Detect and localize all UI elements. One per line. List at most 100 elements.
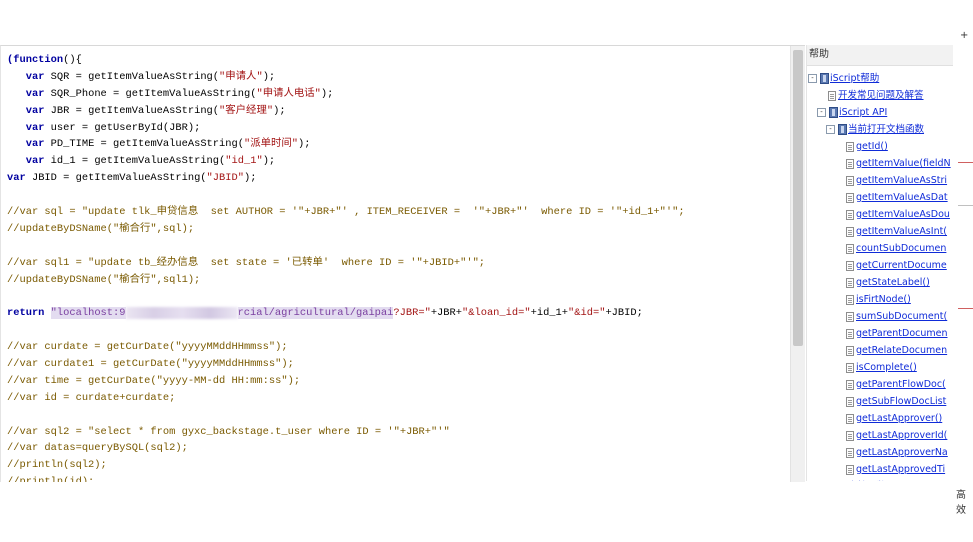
help-tree-link[interactable]: 开发常见问题及解答 bbox=[838, 88, 924, 103]
help-tree-link[interactable]: isComplete() bbox=[856, 360, 917, 375]
page-icon bbox=[846, 158, 854, 169]
collapse-icon[interactable]: - bbox=[817, 108, 826, 117]
help-tree-link[interactable]: 文档函数 bbox=[848, 479, 886, 481]
help-tree-item[interactable]: sumSubDocument( bbox=[846, 309, 947, 324]
code-line[interactable]: //println(sql2); bbox=[7, 457, 791, 474]
help-tree-link[interactable]: getSubFlowDocList bbox=[856, 394, 946, 409]
code-line[interactable]: return "localhost:9 rcial/agricultural/ga… bbox=[7, 305, 791, 322]
help-tree-link[interactable]: getItemValueAsDou bbox=[856, 207, 950, 222]
editor-scroll-thumb[interactable] bbox=[793, 50, 803, 346]
script-editor[interactable]: (function(){ var SQR = getItemValueAsStr… bbox=[0, 45, 805, 482]
help-tree-link[interactable]: getLastApprover() bbox=[856, 411, 942, 426]
code-token: ); bbox=[243, 172, 257, 185]
code-token: rcial/agricultural/gaipai bbox=[237, 307, 394, 320]
help-tree-link[interactable]: getCurrentDocume bbox=[856, 258, 947, 273]
help-tree-link[interactable]: getLastApprovedTi bbox=[856, 462, 945, 477]
help-tree-item[interactable]: getSubFlowDocList bbox=[846, 394, 946, 409]
help-tree-item[interactable]: getItemValue(fieldN bbox=[846, 156, 951, 171]
help-tree-item[interactable]: getLastApprovedTi bbox=[846, 462, 945, 477]
code-token: var bbox=[25, 138, 45, 151]
help-tree-link[interactable]: getLastApproverId( bbox=[856, 428, 947, 443]
code-token: var bbox=[25, 121, 45, 134]
help-tree-item[interactable]: getItemValueAsInt( bbox=[846, 224, 947, 239]
help-tree-item[interactable]: - 当前打开文档函数 bbox=[826, 122, 924, 137]
help-tree-item[interactable]: getLastApproverNa bbox=[846, 445, 948, 460]
code-line[interactable]: var JBR = getItemValueAsString("客户经理"); bbox=[7, 103, 791, 120]
help-tree-link[interactable]: getParentDocumen bbox=[856, 326, 948, 341]
code-line[interactable] bbox=[7, 187, 791, 204]
help-tree-link[interactable]: getItemValue(fieldN bbox=[856, 156, 951, 171]
help-tree-link[interactable]: getItemValueAsStri bbox=[856, 173, 947, 188]
code-token: "客户经理" bbox=[219, 104, 274, 117]
code-line[interactable]: //var datas=queryBySQL(sql2); bbox=[7, 440, 791, 457]
code-line[interactable]: //var time = getCurDate("yyyy-MM-dd HH:m… bbox=[7, 373, 791, 390]
help-tree-item[interactable]: getParentFlowDoc( bbox=[846, 377, 946, 392]
help-tree-link[interactable]: getParentFlowDoc( bbox=[856, 377, 946, 392]
help-tree-link[interactable]: sumSubDocument( bbox=[856, 309, 947, 324]
code-line[interactable]: //var curdate = getCurDate("yyyyMMddHHmm… bbox=[7, 339, 791, 356]
help-tree-link[interactable]: countSubDocumen bbox=[856, 241, 946, 256]
code-line[interactable]: var PD_TIME = getItemValueAsString("派单时间… bbox=[7, 136, 791, 153]
help-tree-link[interactable]: getItemValueAsInt( bbox=[856, 224, 947, 239]
help-tree-item[interactable]: +文档函数 bbox=[826, 479, 886, 481]
help-tree-item[interactable]: 开发常见问题及解答 bbox=[828, 88, 924, 103]
code-line[interactable]: //updateByDSName("榆合行",sql1); bbox=[7, 272, 791, 289]
page-icon bbox=[828, 90, 836, 101]
help-tree-item[interactable]: isFirtNode() bbox=[846, 292, 911, 307]
page-icon bbox=[846, 175, 854, 186]
code-line[interactable]: (function(){ bbox=[7, 52, 791, 69]
edge-plus-text: + bbox=[960, 30, 969, 41]
code-line[interactable]: var JBID = getItemValueAsString("JBID"); bbox=[7, 170, 791, 187]
code-line[interactable] bbox=[7, 288, 791, 305]
editor-vertical-scrollbar[interactable] bbox=[790, 46, 805, 482]
code-line[interactable] bbox=[7, 322, 791, 339]
code-line[interactable]: var SQR = getItemValueAsString("申请人"); bbox=[7, 69, 791, 86]
help-tree-item[interactable]: getId() bbox=[846, 139, 888, 154]
code-token: //println(id); bbox=[7, 476, 94, 482]
help-tree-item[interactable]: getItemValueAsDou bbox=[846, 207, 950, 222]
help-tree-link[interactable]: isFirtNode() bbox=[856, 292, 911, 307]
code-line[interactable]: //updateByDSName("榆合行",sql); bbox=[7, 221, 791, 238]
help-tree-item[interactable]: - iScript帮助 bbox=[808, 71, 879, 86]
code-token: //var time = getCurDate("yyyy-MM-dd HH:m… bbox=[7, 374, 301, 387]
help-tree-item[interactable]: getCurrentDocume bbox=[846, 258, 947, 273]
help-tree-item[interactable]: getRelateDocumen bbox=[846, 343, 947, 358]
help-tree-item[interactable]: countSubDocumen bbox=[846, 241, 946, 256]
help-tree-link[interactable]: getLastApproverNa bbox=[856, 445, 948, 460]
help-tree-item[interactable]: getLastApproverId( bbox=[846, 428, 947, 443]
help-tree-link[interactable]: getRelateDocumen bbox=[856, 343, 947, 358]
help-tree-item[interactable]: isComplete() bbox=[846, 360, 917, 375]
code-token: //var datas=queryBySQL(sql2); bbox=[7, 442, 188, 455]
help-tree-item[interactable]: getParentDocumen bbox=[846, 326, 948, 341]
code-line[interactable] bbox=[7, 238, 791, 255]
collapse-icon[interactable]: - bbox=[808, 74, 817, 83]
code-line[interactable]: //println(id); bbox=[7, 474, 791, 482]
edge-text-gaoxiao: 高效 bbox=[956, 490, 966, 516]
help-tree-item[interactable]: getLastApprover() bbox=[846, 411, 942, 426]
help-tree-item[interactable]: getItemValueAsStri bbox=[846, 173, 947, 188]
code-line[interactable] bbox=[7, 407, 791, 424]
help-tree-link[interactable]: iScript帮助 bbox=[830, 71, 879, 86]
help-tree-link[interactable]: getItemValueAsDat bbox=[856, 190, 948, 205]
help-tree-link[interactable]: getStateLabel() bbox=[856, 275, 930, 290]
page-icon bbox=[846, 243, 854, 254]
help-tree-link[interactable]: getId() bbox=[856, 139, 888, 154]
code-line[interactable]: //var sql1 = "update tb_经办信息 set state =… bbox=[7, 255, 791, 272]
code-text-area[interactable]: (function(){ var SQR = getItemValueAsStr… bbox=[1, 46, 791, 482]
code-line[interactable]: //var sql2 = "select * from gyxc_backsta… bbox=[7, 424, 791, 441]
code-line[interactable]: //var id = curdate+curdate; bbox=[7, 390, 791, 407]
help-tree-item[interactable]: getItemValueAsDat bbox=[846, 190, 948, 205]
page-icon bbox=[846, 447, 854, 458]
help-tree-item[interactable]: getStateLabel() bbox=[846, 275, 930, 290]
code-line[interactable]: //var sql = "update tlk_申贷信息 set AUTHOR … bbox=[7, 204, 791, 221]
code-line[interactable]: var SQR_Phone = getItemValueAsString("申请… bbox=[7, 86, 791, 103]
code-line[interactable]: //var curdate1 = getCurDate("yyyyMMddHHm… bbox=[7, 356, 791, 373]
code-line[interactable]: var id_1 = getItemValueAsString("id_1"); bbox=[7, 153, 791, 170]
help-tree-link[interactable]: iScript API bbox=[839, 105, 887, 120]
collapse-icon[interactable]: - bbox=[826, 125, 835, 134]
help-tree-link[interactable]: 当前打开文档函数 bbox=[848, 122, 924, 137]
code-line[interactable]: var user = getUserById(JBR); bbox=[7, 120, 791, 137]
help-tree-item[interactable]: - iScript API bbox=[817, 105, 887, 120]
